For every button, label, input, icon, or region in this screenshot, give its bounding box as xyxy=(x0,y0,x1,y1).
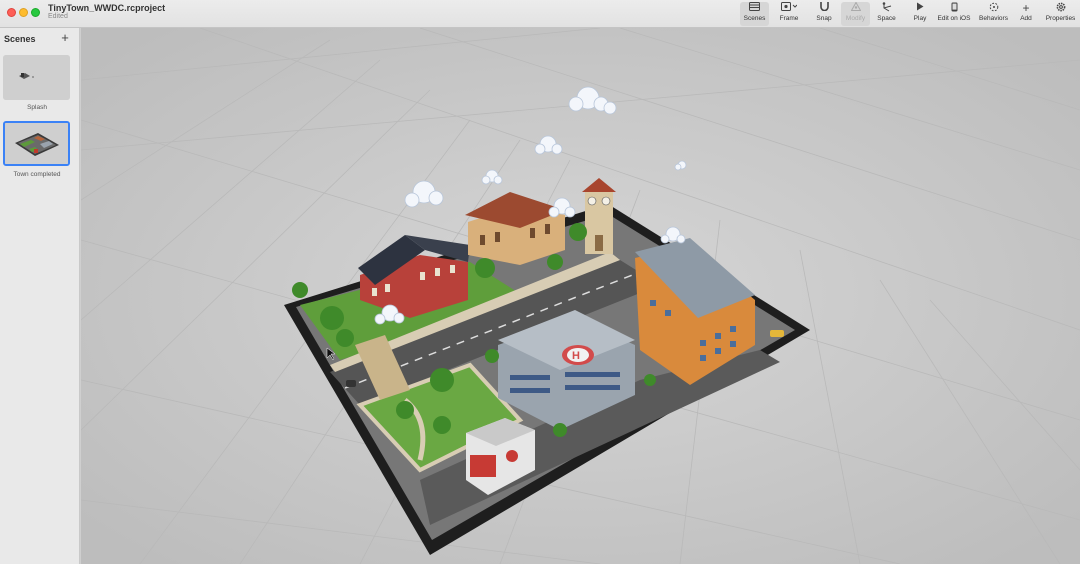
space-icon xyxy=(874,2,899,15)
behaviors-button[interactable]: Behaviors xyxy=(978,2,1009,26)
add-button[interactable]: + Add xyxy=(1017,2,1035,26)
sidebar-icon xyxy=(740,2,769,15)
scene-thumbnail-splash[interactable] xyxy=(3,55,70,100)
scene-label-splash: Splash xyxy=(27,104,47,111)
magnet-icon xyxy=(813,2,835,15)
scenes-sidebar: Scenes + Splash Town completed xyxy=(0,28,80,564)
svg-text:H: H xyxy=(572,350,580,362)
phone-icon xyxy=(936,2,972,15)
space-label: Space xyxy=(877,15,896,22)
document-title: TinyTown_WWDC.rcproject xyxy=(48,3,166,13)
taxi-car xyxy=(770,330,784,337)
properties-label: Properties xyxy=(1045,15,1076,22)
add-scene-button[interactable]: + xyxy=(59,30,71,45)
plus-icon: + xyxy=(1022,1,1030,15)
edit-on-ios-label: Edit on iOS xyxy=(937,15,971,22)
splash-preview-image xyxy=(3,55,70,100)
edit-on-ios-button[interactable]: Edit on iOS xyxy=(936,2,972,26)
clock-tower xyxy=(582,178,616,254)
scene-label-town-completed: Town completed xyxy=(13,171,61,178)
gear-icon xyxy=(1044,2,1077,15)
behaviors-label: Behaviors xyxy=(979,15,1008,22)
snap-button[interactable]: Snap xyxy=(813,2,835,26)
scenes-label: Scenes xyxy=(743,15,766,22)
title-bar: TinyTown_WWDC.rcproject Edited Scenes Fr… xyxy=(0,0,1080,28)
scenes-button[interactable]: Scenes xyxy=(740,2,769,26)
frame-button[interactable]: Frame xyxy=(775,2,803,26)
add-label: Add xyxy=(1020,15,1032,22)
snap-label: Snap xyxy=(816,15,832,22)
document-status: Edited xyxy=(48,13,68,20)
close-window-button[interactable] xyxy=(7,8,16,17)
tiny-town-3d-scene: H xyxy=(81,28,1080,564)
play-icon xyxy=(909,2,931,15)
modify-button[interactable]: Modify xyxy=(841,1,870,26)
scene-viewport[interactable]: H xyxy=(81,28,1080,564)
minimize-window-button[interactable] xyxy=(19,8,28,17)
play-label: Play xyxy=(913,15,927,22)
frame-icon xyxy=(775,2,803,15)
zoom-window-button[interactable] xyxy=(31,8,40,17)
behaviors-icon xyxy=(978,2,1009,15)
town-preview-image xyxy=(5,123,68,164)
scenes-heading: Scenes xyxy=(4,34,36,44)
space-button[interactable]: Space xyxy=(874,2,899,26)
play-button[interactable]: Play xyxy=(909,2,931,26)
frame-label: Frame xyxy=(779,15,799,22)
scene-thumbnail-town-completed[interactable] xyxy=(3,121,70,166)
dark-car xyxy=(346,380,356,387)
properties-button[interactable]: Properties xyxy=(1044,2,1077,26)
modify-icon xyxy=(841,1,870,15)
modify-label: Modify xyxy=(845,15,866,22)
